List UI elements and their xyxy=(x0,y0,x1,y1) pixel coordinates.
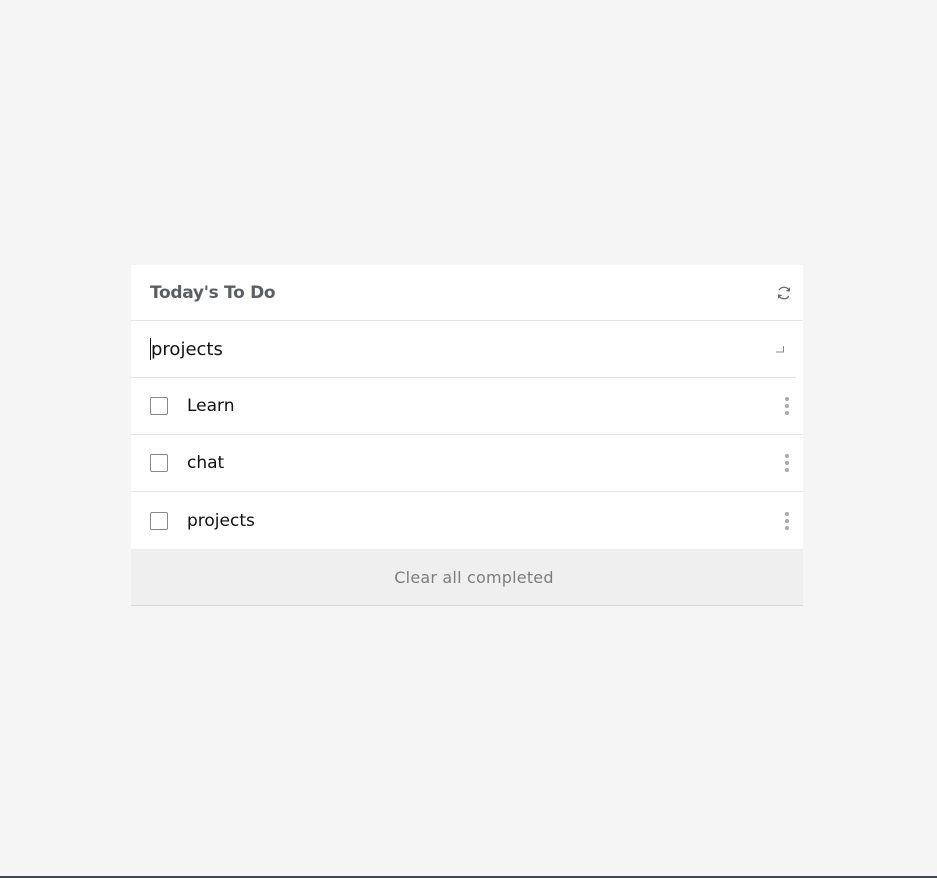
task-row: projects xyxy=(131,492,803,549)
more-options-icon[interactable] xyxy=(782,509,792,533)
task-checkbox[interactable] xyxy=(150,511,168,530)
refresh-icon[interactable] xyxy=(775,284,793,302)
task-label: Learn xyxy=(187,396,235,416)
clear-completed-button[interactable]: Clear all completed xyxy=(131,549,803,606)
more-options-icon[interactable] xyxy=(782,394,792,418)
new-task-input[interactable] xyxy=(150,338,751,360)
more-options-icon[interactable] xyxy=(782,451,792,475)
task-checkbox[interactable] xyxy=(150,454,168,472)
page-title: Today's To Do xyxy=(150,282,276,303)
task-row: chat xyxy=(131,435,803,492)
enter-return-icon[interactable] xyxy=(774,343,786,355)
task-row: Learn xyxy=(131,378,803,435)
todo-header: Today's To Do xyxy=(131,265,803,321)
todo-card: Today's To Do Learn chat xyxy=(131,265,803,606)
task-label: projects xyxy=(187,510,255,531)
task-checkbox[interactable] xyxy=(150,397,168,415)
task-label: chat xyxy=(187,453,225,473)
clear-completed-label: Clear all completed xyxy=(394,567,554,587)
new-task-row xyxy=(131,321,796,378)
